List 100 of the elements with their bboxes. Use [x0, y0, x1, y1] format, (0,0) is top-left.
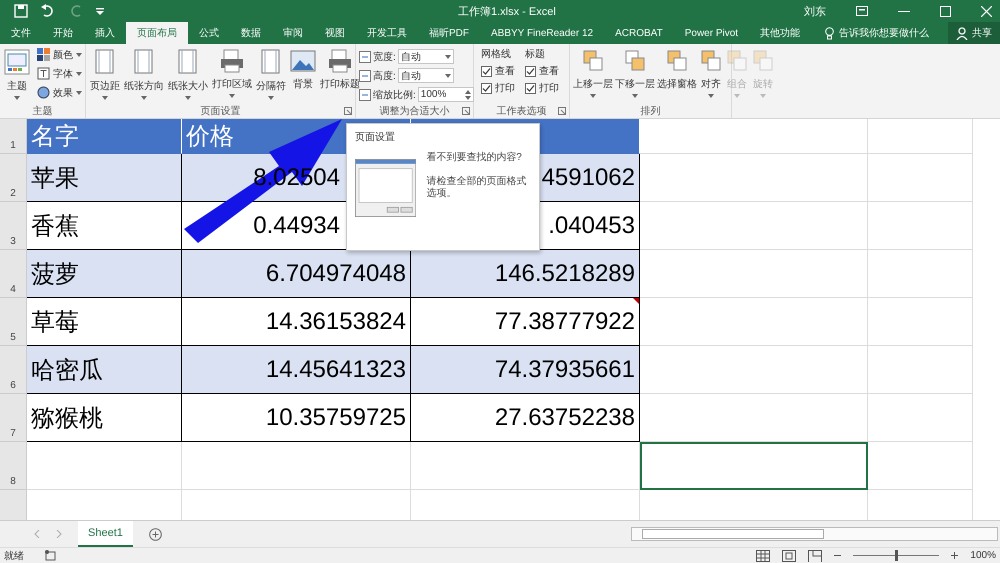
page-setup-button[interactable]: 分隔符	[255, 47, 287, 102]
caret-icon	[632, 94, 638, 98]
group-label: 工作表选项	[496, 104, 546, 118]
page-icon	[94, 49, 116, 75]
person-icon	[956, 26, 969, 40]
macro-record-icon[interactable]	[44, 550, 56, 561]
add-sheet-icon[interactable]	[148, 528, 162, 540]
ribbon-tab[interactable]: 开始	[42, 22, 84, 44]
caret-icon	[708, 94, 714, 98]
table-cell: 27.63752238	[411, 394, 640, 442]
ribbon-tab[interactable]: 视图	[314, 22, 356, 44]
printer-icon	[327, 49, 353, 73]
checkbox[interactable]	[525, 66, 536, 76]
horizontal-scrollbar[interactable]	[631, 527, 998, 541]
page-setup-button[interactable]: 页边距	[89, 47, 121, 102]
tell-me-text: 告诉我你想要做什么	[839, 26, 930, 40]
scale-dropdown[interactable]: 自动	[398, 49, 454, 64]
row-header[interactable]: 2	[0, 154, 27, 202]
row-header[interactable]: 8	[0, 442, 27, 490]
group-label: 调整为合适大小	[380, 104, 450, 118]
layers-icon	[699, 49, 723, 73]
undo-icon[interactable]	[40, 4, 56, 18]
ribbon-tab[interactable]: Power Pivot	[674, 22, 750, 44]
ribbon-tab[interactable]: 数据	[230, 22, 272, 44]
normal-view-icon[interactable]	[756, 550, 770, 562]
ribbon-tab[interactable]: 开发工具	[356, 22, 418, 44]
theme-option-button[interactable]: 字体	[37, 66, 82, 81]
caret-icon	[444, 54, 451, 58]
caret-icon	[760, 94, 766, 98]
caret-icon	[76, 72, 82, 76]
theme-option-button[interactable]: 颜色	[37, 47, 82, 62]
zoom-in-icon[interactable]	[951, 552, 958, 559]
checkbox-label: 查看	[495, 64, 515, 78]
row-header[interactable]: 4	[0, 250, 27, 298]
caret-icon	[444, 74, 451, 78]
share-button[interactable]: 共享	[948, 22, 1000, 44]
page-setup-button[interactable]: 纸张大小	[167, 47, 209, 102]
caret-icon	[734, 94, 740, 98]
field-label: 宽度:	[373, 50, 396, 64]
table-cell: 6.704974048	[182, 250, 411, 298]
arrange-button[interactable]: 上移一层	[573, 47, 613, 100]
table-cell: 14.45641323	[182, 346, 411, 394]
table-cell: 74.37935661	[411, 346, 640, 394]
ribbon-tab[interactable]: 公式	[188, 22, 230, 44]
layers-icon	[665, 49, 689, 73]
effects-icon	[37, 86, 50, 99]
customize-icon[interactable]	[96, 6, 104, 16]
caret-icon	[14, 96, 20, 100]
page-setup-button[interactable]: 背景	[289, 47, 317, 100]
ribbon-tab[interactable]: ABBYY FineReader 12	[480, 22, 604, 44]
ribbon-tab[interactable]: 页面布局	[126, 22, 188, 44]
close-icon[interactable]	[981, 6, 992, 16]
user-name[interactable]: 刘东	[804, 4, 826, 18]
tooltip-text: 请检查全部的页面格式选项。	[426, 176, 528, 200]
save-icon[interactable]	[14, 4, 28, 18]
page-break-icon[interactable]	[808, 550, 822, 562]
ribbon-tab[interactable]: 其他功能	[749, 22, 812, 44]
checkbox[interactable]	[525, 82, 536, 94]
ribbon-tab[interactable]: 插入	[84, 22, 126, 44]
arrange-button[interactable]: 对齐	[699, 47, 723, 100]
table-cell: 10.35759725	[182, 394, 411, 442]
tell-me-field[interactable]: 告诉我你想要做什么	[825, 22, 930, 44]
page-layout-icon[interactable]	[782, 550, 796, 562]
landscape-picture-icon	[290, 49, 316, 73]
field-label: 缩放比例:	[373, 88, 416, 102]
row-header[interactable]: 6	[0, 346, 27, 394]
window-title: 工作簿1.xlsx - Excel	[458, 4, 556, 18]
arrange-button[interactable]: 下移一层	[615, 47, 655, 100]
ribbon-tab[interactable]: 福昕PDF	[418, 22, 480, 44]
dialog-launcher-icon[interactable]	[462, 107, 470, 115]
ribbon-tab[interactable]: 审阅	[272, 22, 314, 44]
themes-button[interactable]: 主题	[3, 47, 31, 102]
ribbon-display-icon[interactable]	[856, 6, 868, 16]
zoom-level[interactable]: 100%	[970, 550, 996, 561]
layers-icon	[725, 49, 749, 73]
ribbon-tab[interactable]: 文件	[0, 22, 42, 44]
tooltip-title: 页面设置	[355, 130, 396, 144]
sheet-tab[interactable]: Sheet1	[78, 521, 133, 547]
scale-dropdown[interactable]: 自动	[398, 68, 454, 83]
maximize-icon[interactable]	[940, 6, 951, 16]
row-header[interactable]: 5	[0, 298, 27, 346]
checkbox[interactable]	[481, 82, 492, 94]
table-cell: 菠萝	[27, 250, 182, 298]
checkbox[interactable]	[481, 66, 492, 76]
page-setup-button[interactable]: 打印区域	[211, 47, 253, 100]
dialog-launcher-icon[interactable]	[344, 107, 352, 115]
dialog-launcher-icon[interactable]	[558, 107, 566, 115]
scale-dropdown[interactable]: 100%	[418, 87, 474, 102]
page-icon	[133, 49, 155, 75]
row-header[interactable]: 7	[0, 394, 27, 442]
page-icon	[260, 49, 282, 75]
group-label: 页面设置	[200, 104, 240, 118]
row-header[interactable]: 1	[0, 119, 27, 154]
arrange-button[interactable]: 选择窗格	[657, 47, 697, 100]
theme-option-button[interactable]: 效果	[37, 85, 82, 100]
page-setup-button[interactable]: 纸张方向	[123, 47, 165, 102]
ribbon-tab[interactable]: ACROBAT	[604, 22, 674, 44]
zoom-out-icon[interactable]	[834, 552, 842, 559]
row-header[interactable]: 3	[0, 202, 27, 250]
themes-icon	[4, 49, 30, 75]
